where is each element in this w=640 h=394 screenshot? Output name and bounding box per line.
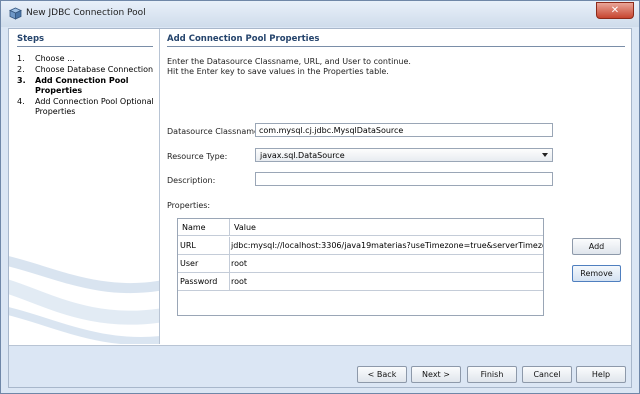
- resource-type-select[interactable]: javax.sql.DataSource: [255, 148, 553, 162]
- step-number: 4.: [17, 97, 25, 106]
- step-number: 3.: [17, 76, 26, 85]
- description-field[interactable]: [255, 172, 553, 186]
- content-panel: Add Connection Pool Properties Enter the…: [161, 29, 631, 344]
- properties-table[interactable]: Name Value URL jdbc:mysql://localhost:33…: [177, 218, 544, 316]
- column-header-value[interactable]: Value: [234, 223, 256, 232]
- step-label: Choose Database Connection: [35, 65, 154, 74]
- navigation-bar: < Back Next > Finish Cancel Help: [9, 345, 631, 387]
- description-label: Description:: [167, 176, 216, 185]
- property-name[interactable]: Password: [178, 277, 229, 286]
- resource-type-value: javax.sql.DataSource: [260, 151, 345, 160]
- close-icon: ✕: [610, 5, 620, 16]
- resource-type-label: Resource Type:: [167, 152, 228, 161]
- window-title: New JDBC Connection Pool: [26, 8, 146, 18]
- cube-icon: [9, 7, 22, 20]
- properties-label: Properties:: [167, 201, 211, 210]
- step-number: 1.: [17, 54, 25, 63]
- property-value[interactable]: root: [230, 277, 543, 286]
- cancel-button[interactable]: Cancel: [522, 366, 572, 383]
- title-divider: [167, 46, 625, 47]
- close-button[interactable]: ✕: [596, 2, 634, 19]
- column-divider: [229, 219, 230, 236]
- swoosh-watermark: [9, 256, 159, 344]
- steps-title: Steps: [17, 34, 45, 44]
- remove-property-button[interactable]: Remove: [572, 265, 621, 282]
- table-row[interactable]: User root: [178, 255, 543, 273]
- step-label: Add Connection Pool Optional Properties: [35, 97, 154, 116]
- next-button[interactable]: Next >: [411, 366, 461, 383]
- title-bar[interactable]: New JDBC Connection Pool ✕: [1, 1, 639, 27]
- step-label: Choose ...: [35, 54, 75, 63]
- back-button[interactable]: < Back: [357, 366, 407, 383]
- steps-panel: Steps 1. Choose ... 2. Choose Database C…: [9, 29, 160, 344]
- dialog-client-area: Steps 1. Choose ... 2. Choose Database C…: [8, 28, 632, 388]
- table-header: Name Value: [178, 219, 543, 236]
- instructions: Enter the Datasource Classname, URL, and…: [167, 57, 607, 77]
- column-header-name[interactable]: Name: [182, 223, 206, 232]
- instructions-line-1: Enter the Datasource Classname, URL, and…: [167, 57, 411, 66]
- help-button[interactable]: Help: [576, 366, 626, 383]
- chevron-down-icon: [542, 153, 548, 157]
- steps-divider: [17, 46, 153, 47]
- datasource-classname-field[interactable]: com.mysql.cj.jdbc.MysqlDataSource: [255, 123, 553, 137]
- dialog-window: New JDBC Connection Pool ✕ Steps 1. Choo…: [0, 0, 640, 394]
- add-property-button[interactable]: Add: [572, 238, 621, 255]
- step-number: 2.: [17, 65, 25, 74]
- table-row[interactable]: Password root: [178, 273, 543, 291]
- property-value[interactable]: root: [230, 259, 543, 268]
- datasource-classname-label: Datasource Classname:: [167, 127, 262, 136]
- property-name[interactable]: User: [178, 259, 229, 268]
- property-value[interactable]: jdbc:mysql://localhost:3306/java19materi…: [230, 241, 543, 250]
- instructions-line-2: Hit the Enter key to save values in the …: [167, 67, 389, 76]
- table-row[interactable]: URL jdbc:mysql://localhost:3306/java19ma…: [178, 237, 543, 255]
- step-label: Add Connection Pool Properties: [35, 76, 129, 95]
- page-title: Add Connection Pool Properties: [167, 34, 320, 44]
- finish-button[interactable]: Finish: [467, 366, 517, 383]
- property-name[interactable]: URL: [178, 241, 229, 250]
